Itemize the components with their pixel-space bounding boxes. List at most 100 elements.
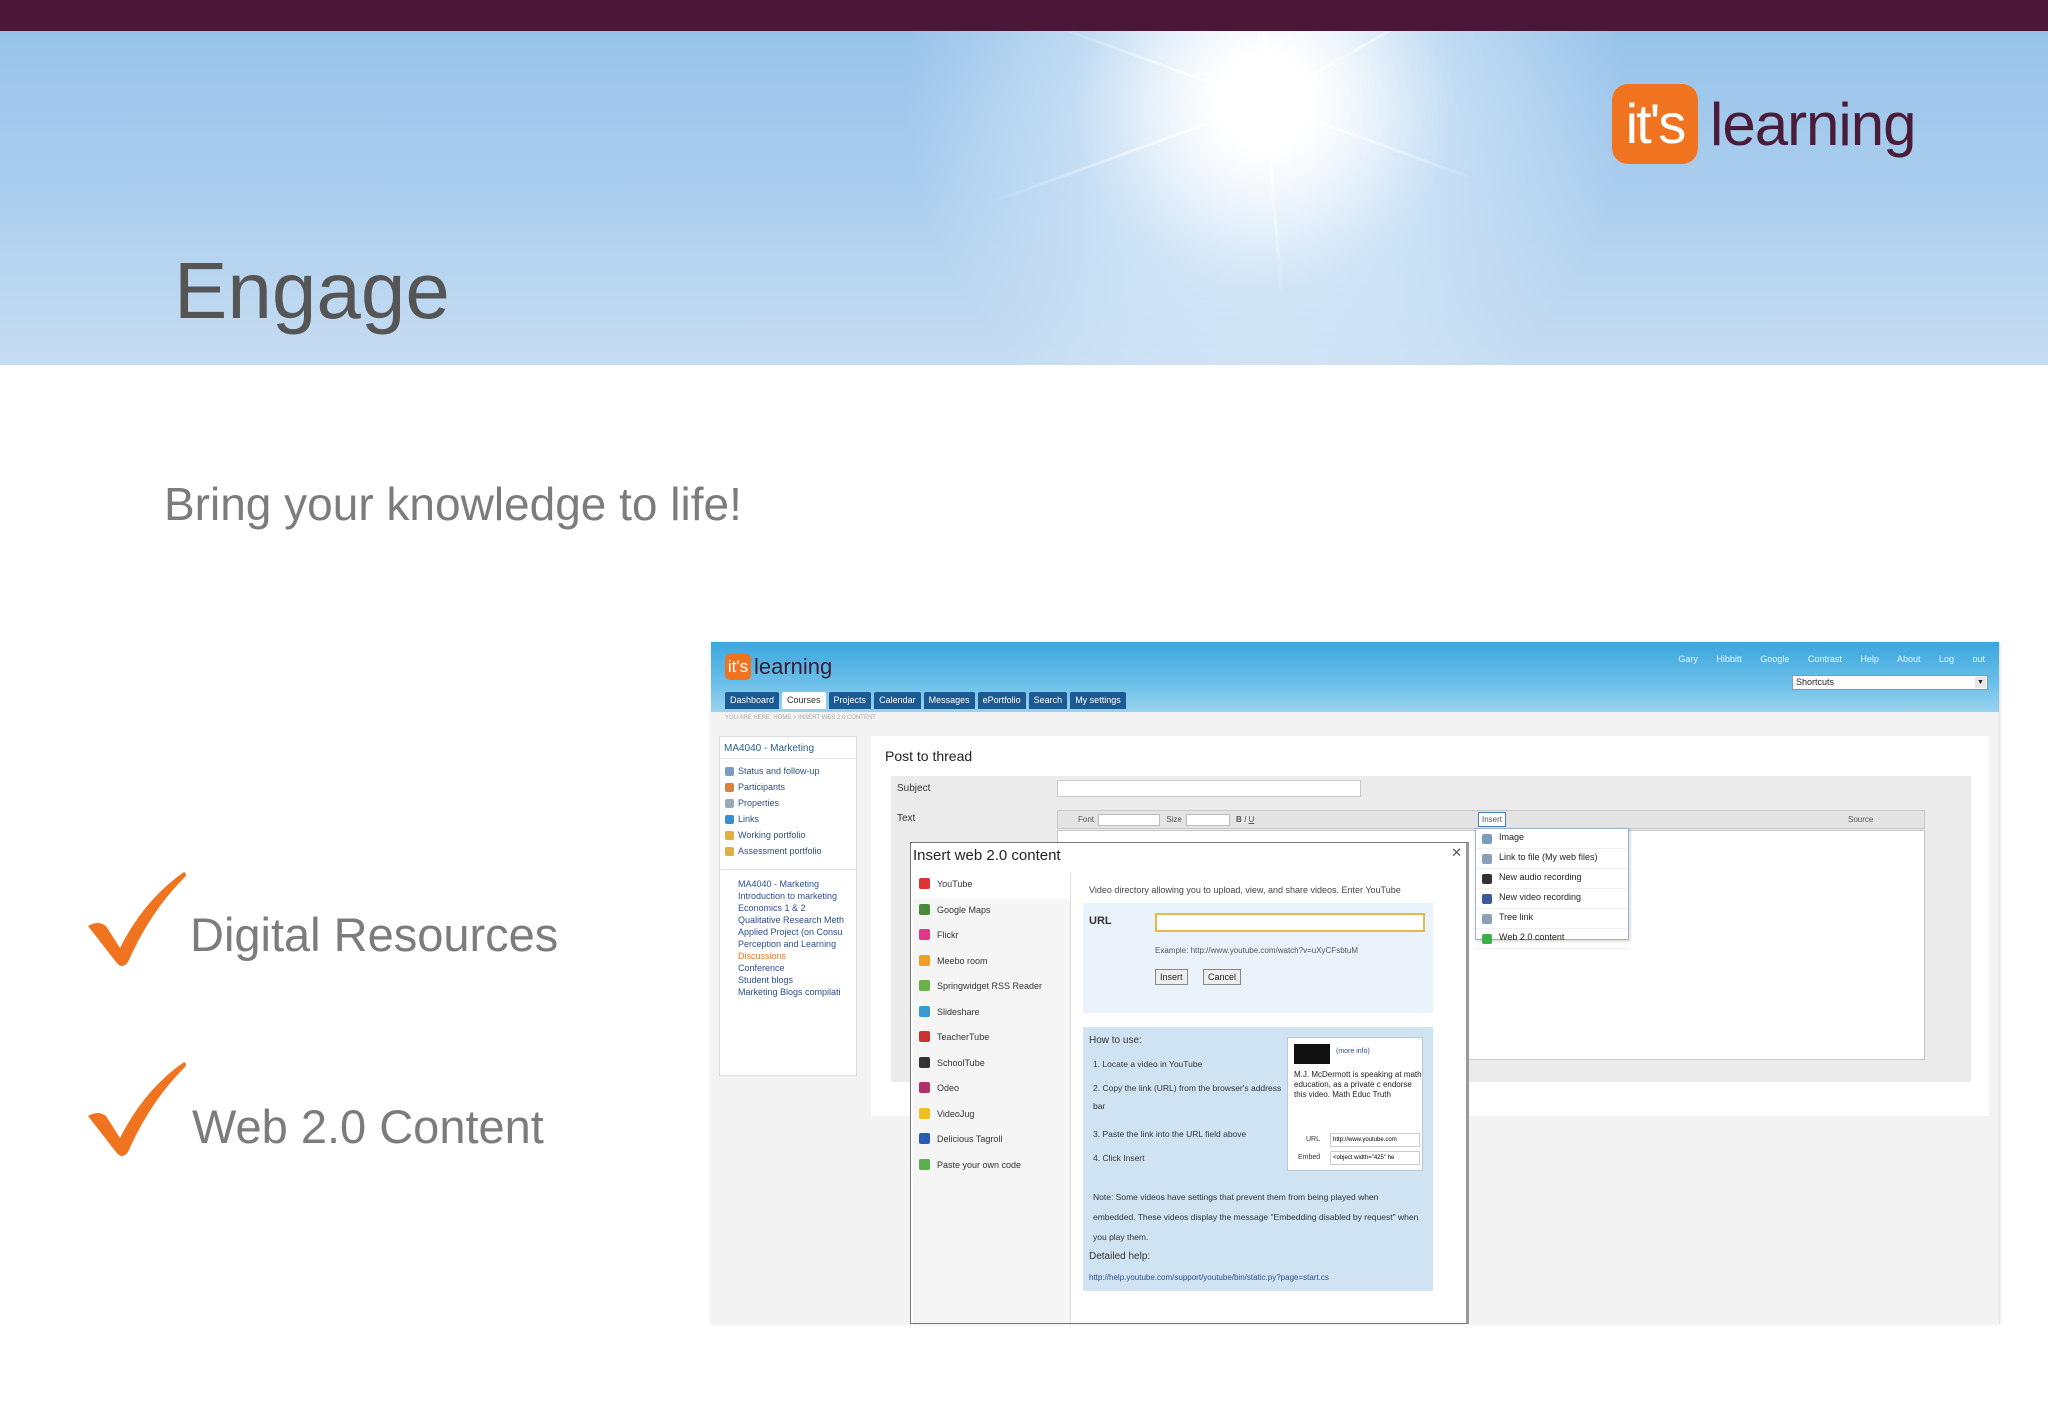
tree-item[interactable]: Applied Project (on Consu (720, 926, 856, 938)
logo-word: learning (1710, 90, 1916, 158)
service-videojug[interactable]: VideoJug (913, 1103, 1070, 1129)
tree-item[interactable]: Perception and Learning (720, 938, 856, 950)
service-list: YouTube Google Maps Flickr Meebo room Sp… (913, 873, 1071, 1323)
video-url-field[interactable]: http://www.youtube.com (1330, 1133, 1420, 1147)
tab-search[interactable]: Search (1028, 692, 1068, 709)
how-to-use: How to use: 1. Locate a video in YouTube… (1083, 1027, 1433, 1291)
bullet-label: Digital Resources (190, 908, 559, 961)
url-label: URL (1089, 915, 1112, 927)
insert-menu: Image Link to file (My web files) New au… (1475, 828, 1629, 949)
bullet-label: Web 2.0 Content (192, 1100, 544, 1153)
shortcuts-value: Shortcuts (1796, 677, 1835, 687)
lms-header: it's learning Gary Hibbitt Google Contra… (711, 642, 1999, 712)
insert-button[interactable]: Insert (1155, 969, 1188, 985)
bullet-digital-resources: Digital Resources (84, 870, 558, 970)
tab-eportfolio[interactable]: ePortfolio (977, 692, 1026, 709)
menu-item-tree-link[interactable]: Tree link (1476, 909, 1628, 929)
tree-item[interactable]: Introduction to marketing (720, 890, 856, 902)
italic-button[interactable]: I (1244, 815, 1246, 824)
service-teachertube[interactable]: TeacherTube (913, 1026, 1070, 1052)
sidebar-item-status[interactable]: Status and follow-up (720, 763, 856, 779)
font-label: Font (1078, 815, 1095, 824)
lms-logo[interactable]: it's learning (725, 654, 832, 680)
menu-item-audio[interactable]: New audio recording (1476, 869, 1628, 889)
tree-item[interactable]: Economics 1 & 2 (720, 902, 856, 914)
video-url-label: URL (1306, 1136, 1321, 1143)
checkmark-icon (88, 1062, 186, 1156)
main-tabs: Dashboard Courses Projects Calendar Mess… (725, 692, 1126, 709)
service-intro: Video directory allowing you to upload, … (1089, 885, 1401, 895)
service-google-maps[interactable]: Google Maps (913, 899, 1070, 925)
url-input[interactable] (1155, 913, 1425, 932)
insert-web-content-dialog: Insert web 2.0 content ✕ YouTube Google … (910, 842, 1469, 1324)
tree-item-active[interactable]: Discussions (720, 950, 856, 962)
url-example: Example: http://www.youtube.com/watch?v=… (1155, 946, 1358, 955)
sidebar-item-properties[interactable]: Properties (720, 795, 856, 811)
tree-item[interactable]: Marketing Blogs compilati (720, 986, 856, 998)
video-embed-label: Embed (1298, 1154, 1321, 1161)
cancel-button[interactable]: Cancel (1203, 969, 1242, 985)
underline-button[interactable]: U (1249, 815, 1255, 824)
menu-item-video[interactable]: New video recording (1476, 889, 1628, 909)
insert-button[interactable]: Insert (1478, 812, 1507, 827)
tab-calendar[interactable]: Calendar (874, 692, 921, 709)
tree-item[interactable]: Qualitative Research Meth (720, 914, 856, 926)
size-label: Size (1166, 815, 1182, 824)
chevron-down-icon[interactable]: ▼ (1975, 677, 1986, 688)
font-select[interactable] (1098, 813, 1161, 826)
breadcrumb: YOU ARE HERE: HOME > INSERT WEB 2.0 CONT… (725, 715, 876, 721)
user-links[interactable]: Gary Hibbitt Google Contrast Help About … (1678, 654, 1985, 664)
tab-courses[interactable]: Courses (782, 692, 826, 709)
slide-title: Engage (174, 246, 450, 335)
video-description: M.J. McDermott is speaking at math educa… (1294, 1070, 1422, 1099)
course-sidebar: MA4040 - Marketing Status and follow-up … (719, 736, 857, 1076)
sidebar-item-participants[interactable]: Participants (720, 779, 856, 795)
menu-item-web-content[interactable]: Web 2.0 content (1476, 929, 1628, 949)
detailed-help-link[interactable]: http://help.youtube.com/support/youtube/… (1089, 1273, 1329, 1282)
size-select[interactable] (1185, 813, 1230, 826)
dialog-title: Insert web 2.0 content (913, 847, 1061, 864)
tab-projects[interactable]: Projects (828, 692, 872, 709)
step: 3. Paste the link into the URL field abo… (1093, 1129, 1247, 1139)
tree-item[interactable]: Conference (720, 962, 856, 974)
sidebar-item-working-portfolio[interactable]: Working portfolio (720, 827, 856, 843)
service-schooltube[interactable]: SchoolTube (913, 1052, 1070, 1078)
step: 4. Click Insert (1093, 1153, 1145, 1163)
sidebar-item-links[interactable]: Links (720, 811, 856, 827)
more-info-link[interactable]: (more info) (1336, 1048, 1370, 1055)
tree-root[interactable]: MA4040 - Marketing (720, 878, 856, 890)
service-odeo[interactable]: Odeo (913, 1077, 1070, 1103)
video-embed-field[interactable]: <object width="425" he (1330, 1151, 1420, 1165)
service-flickr[interactable]: Flickr (913, 924, 1070, 950)
bullet-web-content: Web 2.0 Content (84, 1060, 544, 1160)
brand-logo: it's learning (1612, 82, 1916, 166)
detailed-help-title: Detailed help: (1089, 1251, 1151, 1262)
service-springwidget[interactable]: Springwidget RSS Reader (913, 975, 1070, 1001)
service-paste-code[interactable]: Paste your own code (913, 1154, 1070, 1180)
service-delicious[interactable]: Delicious Tagroll (913, 1128, 1070, 1154)
close-icon[interactable]: ✕ (1451, 845, 1462, 861)
course-title[interactable]: MA4040 - Marketing (720, 737, 856, 759)
subject-input[interactable] (1057, 780, 1361, 797)
tab-my-settings[interactable]: My settings (1070, 692, 1126, 709)
sidebar-item-assessment-portfolio[interactable]: Assessment portfolio (720, 843, 856, 859)
menu-item-image[interactable]: Image (1476, 829, 1628, 849)
service-meebo[interactable]: Meebo room (913, 950, 1070, 976)
editor-toolbar: Font Size B I U Insert Source (1057, 810, 1925, 829)
tab-dashboard[interactable]: Dashboard (725, 692, 780, 709)
menu-item-link-to-file[interactable]: Link to file (My web files) (1476, 849, 1628, 869)
logo-mark: it's (1612, 84, 1698, 164)
service-slideshare[interactable]: Slideshare (913, 1001, 1070, 1027)
lms-logo-mark: it's (725, 654, 751, 680)
tree-item[interactable]: Student blogs (720, 974, 856, 986)
post-title: Post to thread (885, 748, 973, 764)
subject-label: Subject (897, 783, 931, 794)
source-button[interactable]: Source (1848, 811, 1873, 828)
service-youtube[interactable]: YouTube (913, 873, 1070, 899)
dialog-content: Video directory allowing you to upload, … (1079, 873, 1465, 1323)
video-thumbnail[interactable] (1294, 1044, 1330, 1064)
slide-subtitle: Bring your knowledge to life! (164, 478, 742, 530)
shortcuts-select[interactable]: Shortcuts ▼ (1792, 675, 1988, 690)
bold-button[interactable]: B (1236, 815, 1242, 824)
tab-messages[interactable]: Messages (923, 692, 975, 709)
